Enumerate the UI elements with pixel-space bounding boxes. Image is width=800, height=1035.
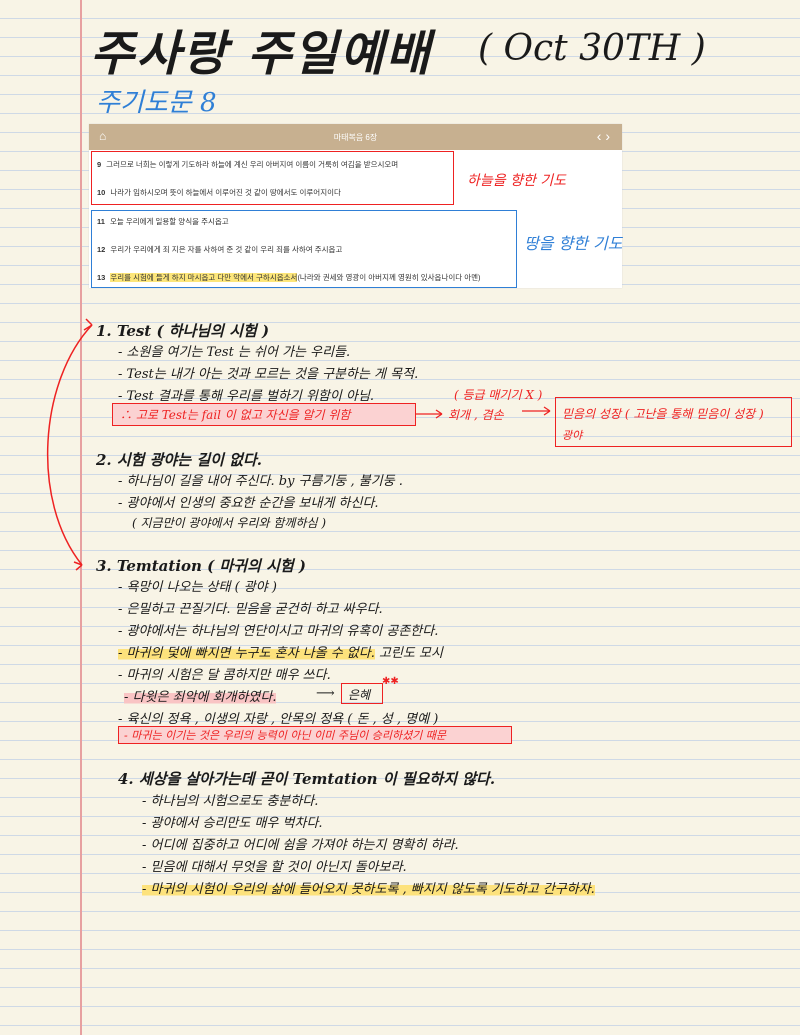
red-arrows xyxy=(46,318,551,571)
